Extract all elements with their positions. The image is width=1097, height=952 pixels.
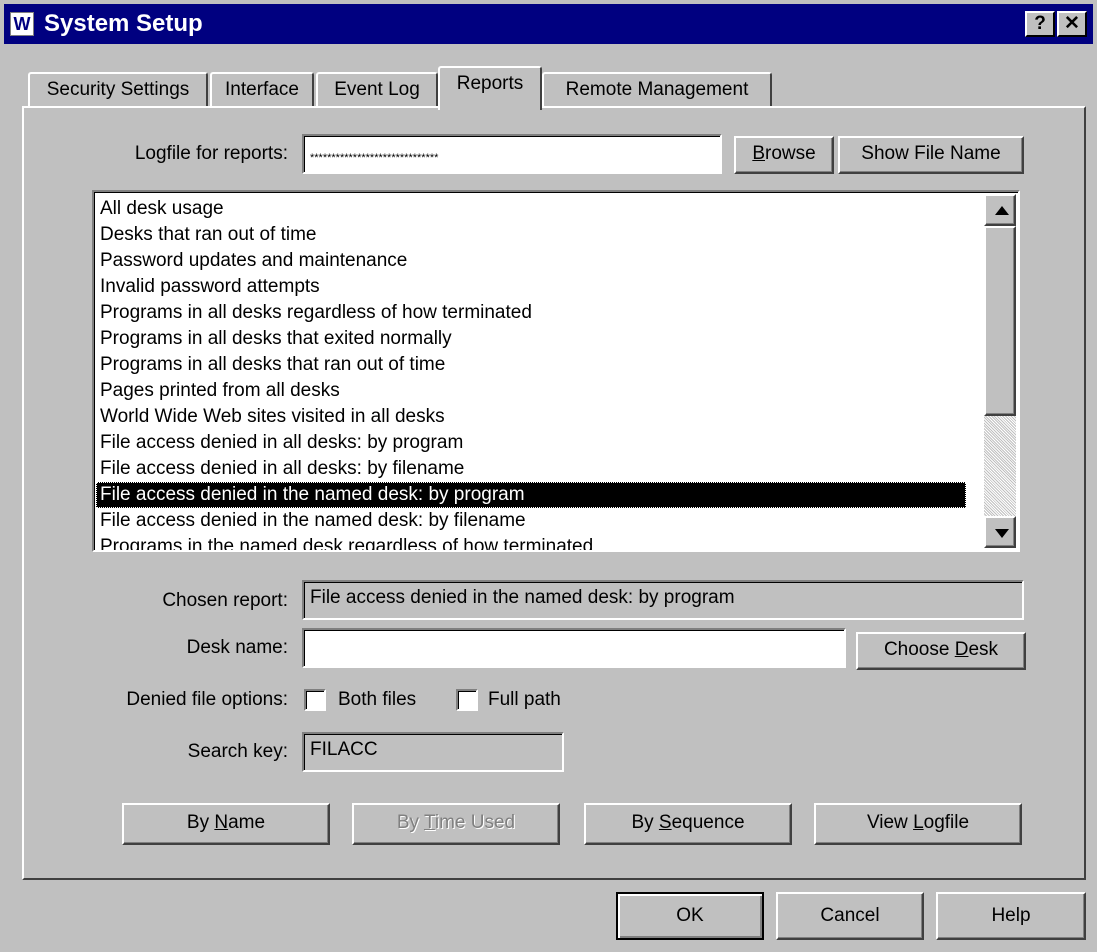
list-item[interactable]: Programs in the named desk regardless of… [96,534,966,550]
scroll-up-button[interactable] [984,194,1016,226]
list-item[interactable]: Invalid password attempts [96,274,966,300]
full-path-checkbox[interactable] [456,689,478,711]
browse-button[interactable]: Browse [734,136,834,174]
list-item[interactable]: File access denied in the named desk: by… [96,508,966,534]
help-button[interactable]: Help [936,892,1086,940]
logfile-input[interactable]: ****************************** [302,134,722,174]
list-item[interactable]: Programs in all desks that ran out of ti… [96,352,966,378]
logfile-value: ****************************** [310,152,439,164]
by-sequence-prefix: By [631,812,659,833]
choose-desk-prefix: Choose [883,639,955,660]
tab-security-settings[interactable]: Security Settings [28,72,208,108]
denied-file-options-label: Denied file options: [126,689,288,710]
tab-reports[interactable]: Reports [438,66,542,110]
view-logfile-mnemonic: L [913,812,924,833]
tab-reports-label: Reports [456,73,524,94]
cancel-button[interactable]: Cancel [776,892,924,940]
view-logfile-button[interactable]: View Logfile [814,803,1022,845]
desk-name-input[interactable] [302,628,846,668]
list-item[interactable]: File access denied in all desks: by prog… [96,430,966,456]
search-key-value: FILACC [310,739,378,760]
browse-mnemonic: B [752,143,765,164]
list-item[interactable]: File access denied in all desks: by file… [96,456,966,482]
reports-list: All desk usage Desks that ran out of time… [96,196,966,550]
scroll-thumb[interactable] [984,226,1016,416]
arrow-down-icon [995,529,1009,538]
by-sequence-mnemonic: S [658,812,672,833]
by-sequence-rest: equence [671,812,745,833]
full-path-label[interactable]: Full path [488,688,561,712]
title-bar[interactable]: W System Setup ? ✕ [4,4,1093,44]
panel-content: Logfile for reports: *******************… [0,0,1097,952]
by-name-rest: ame [228,812,266,833]
chosen-report-field: File access denied in the named desk: by… [302,580,1024,620]
list-item[interactable]: All desk usage [96,196,966,222]
list-item[interactable]: Pages printed from all desks [96,378,966,404]
desk-name-label: Desk name: [186,637,288,658]
list-item[interactable]: Password updates and maintenance [96,248,966,274]
view-logfile-rest: ogfile [923,812,970,833]
system-setup-dialog: W System Setup ? ✕ Security Settings Int… [0,0,1097,952]
by-time-used-mnemonic: T [423,812,435,833]
list-item[interactable]: Programs in all desks that exited normal… [96,326,966,352]
window-title: System Setup [44,10,203,37]
list-item[interactable]: World Wide Web sites visited in all desk… [96,404,966,430]
browse-label: rowse [765,143,816,164]
by-sequence-button[interactable]: By Sequence [584,803,792,845]
by-time-used-prefix: By [396,812,424,833]
both-files-label[interactable]: Both files [338,688,416,712]
choose-desk-button[interactable]: Choose Desk [856,632,1026,670]
choose-desk-mnemonic: D [954,639,969,660]
both-files-checkbox[interactable] [304,689,326,711]
by-time-used-rest: ime Used [434,812,516,833]
show-file-name-button[interactable]: Show File Name [838,136,1024,174]
logfile-label: Logfile for reports: [134,143,288,164]
reports-listbox[interactable]: All desk usage Desks that ran out of time… [92,190,1020,552]
by-time-used-button[interactable]: By Time Used [352,803,560,845]
chosen-report-value: File access denied in the named desk: by… [310,587,735,608]
tab-interface[interactable]: Interface [210,72,314,108]
choose-desk-rest: esk [968,639,999,660]
app-icon-letter: W [13,14,31,34]
by-name-button[interactable]: By Name [122,803,330,845]
tab-remote-management[interactable]: Remote Management [542,72,772,108]
list-item[interactable]: File access denied in the named desk: by… [96,482,966,508]
by-name-mnemonic: N [214,812,229,833]
list-item[interactable]: Programs in all desks regardless of how … [96,300,966,326]
by-name-prefix: By [186,812,215,833]
reports-scrollbar[interactable] [984,194,1016,548]
chosen-report-label: Chosen report: [162,590,288,611]
list-item[interactable]: Desks that ran out of time [96,222,966,248]
view-logfile-prefix: View [866,812,914,833]
search-key-field: FILACC [302,732,564,772]
tab-event-log[interactable]: Event Log [316,72,438,108]
arrow-up-icon [995,206,1009,215]
search-key-label: Search key: [187,741,288,762]
app-icon[interactable]: W [10,12,34,36]
close-icon[interactable]: ✕ [1057,11,1087,37]
scroll-down-button[interactable] [984,516,1016,548]
ok-button[interactable]: OK [616,892,764,940]
help-title-button[interactable]: ? [1025,11,1055,37]
